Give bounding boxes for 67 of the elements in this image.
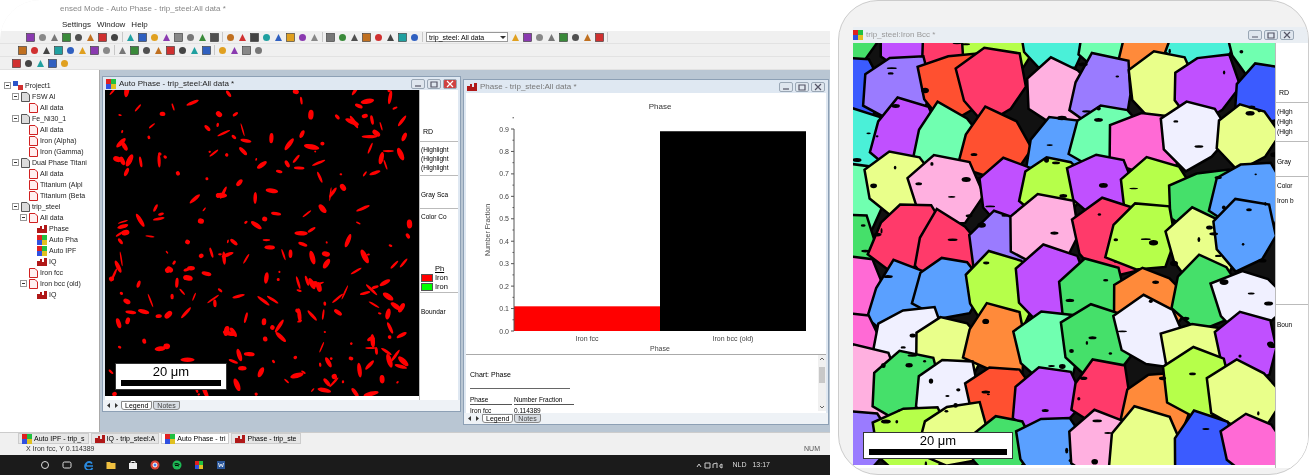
document-icon	[29, 212, 38, 223]
collapse-icon[interactable]	[12, 203, 19, 210]
bar-chart-icon	[37, 224, 47, 233]
close-icon[interactable]	[811, 81, 825, 92]
bar-chart-icon	[37, 257, 47, 266]
scrollbar-icon[interactable]	[818, 355, 826, 411]
document-w-icon[interactable]	[216, 460, 226, 470]
task-view-icon[interactable]	[62, 460, 72, 470]
project-icon	[13, 81, 23, 90]
bar-chart-icon	[467, 82, 477, 91]
document-icon	[29, 179, 38, 190]
color-map-icon	[37, 245, 47, 256]
document-icon	[29, 168, 38, 179]
color-map-icon	[22, 433, 32, 444]
close-icon[interactable]	[1280, 30, 1294, 40]
collapse-icon[interactable]	[20, 280, 27, 287]
scale-bar-label: 20 μm	[919, 434, 957, 447]
collapse-icon[interactable]	[12, 115, 19, 122]
document-icon	[21, 157, 30, 168]
document-icon	[29, 278, 38, 289]
window-title: Phase - trip_steel:All data *	[480, 80, 577, 93]
color-map-icon	[37, 234, 47, 245]
document-icon	[29, 267, 38, 278]
maximize-icon[interactable]	[427, 78, 441, 89]
minimize-icon[interactable]	[779, 81, 793, 92]
bar-chart-icon	[94, 434, 105, 443]
menu-item[interactable]: Help	[131, 18, 148, 31]
document-icon	[29, 190, 38, 201]
window-title: ensed Mode - Auto Phase - trip_steel:All data *	[60, 3, 226, 15]
browser-icon[interactable]	[84, 460, 94, 470]
color-map-icon	[853, 30, 863, 40]
collapse-icon[interactable]	[20, 214, 27, 221]
close-icon[interactable]	[443, 78, 457, 89]
maximize-icon[interactable]	[795, 81, 809, 92]
folder-icon[interactable]	[106, 460, 116, 470]
scroll-right-icon[interactable]	[113, 402, 120, 409]
bar-chart-icon	[37, 290, 47, 299]
search-icon[interactable]	[40, 460, 50, 470]
document-icon	[29, 102, 38, 113]
window-title: trip_steel:Iron Bcc *	[866, 29, 936, 41]
music-icon[interactable]	[172, 460, 182, 470]
menu-item[interactable]: Settings	[62, 18, 91, 31]
scroll-left-icon[interactable]	[466, 415, 473, 422]
collapse-icon[interactable]	[12, 93, 19, 100]
scale-bar-label: 20 μm	[152, 365, 190, 378]
window-title: Auto Phase - trip_steel:All data *	[119, 77, 235, 90]
menu-item[interactable]: Window	[96, 18, 126, 31]
color-map-icon	[106, 78, 116, 89]
document-icon	[29, 135, 38, 146]
color-map-icon	[165, 433, 176, 444]
maximize-icon[interactable]	[1264, 30, 1278, 40]
minimize-icon[interactable]	[411, 78, 425, 89]
bar-chart-icon	[235, 434, 246, 443]
document-icon	[29, 146, 38, 157]
collapse-icon[interactable]	[12, 159, 19, 166]
scroll-left-icon[interactable]	[105, 402, 112, 409]
document-icon	[29, 124, 38, 135]
document-icon	[21, 113, 30, 124]
caret-icon	[499, 33, 507, 41]
circle-logo-icon[interactable]	[150, 460, 160, 470]
color-map-icon[interactable]	[194, 460, 204, 470]
document-icon	[21, 91, 30, 102]
collapse-icon[interactable]	[4, 82, 11, 89]
scroll-right-icon[interactable]	[474, 415, 481, 422]
shopping-bag-icon[interactable]	[128, 460, 138, 470]
document-icon	[21, 201, 30, 212]
chart-title: Phase	[648, 102, 672, 111]
